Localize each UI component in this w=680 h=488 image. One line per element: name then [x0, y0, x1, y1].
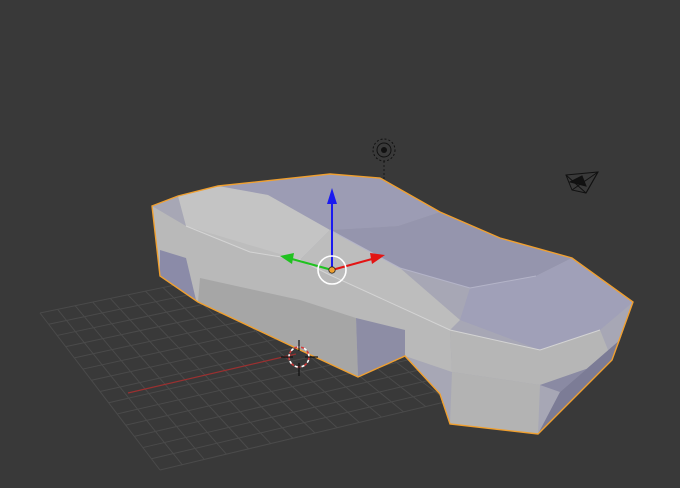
grid-x-axis — [127, 353, 297, 394]
3d-viewport[interactable] — [0, 0, 680, 488]
viewport-canvas[interactable] — [0, 0, 680, 488]
object-origin-dot — [328, 266, 336, 274]
lamp-icon[interactable] — [372, 138, 396, 180]
camera-icon[interactable] — [565, 171, 599, 194]
